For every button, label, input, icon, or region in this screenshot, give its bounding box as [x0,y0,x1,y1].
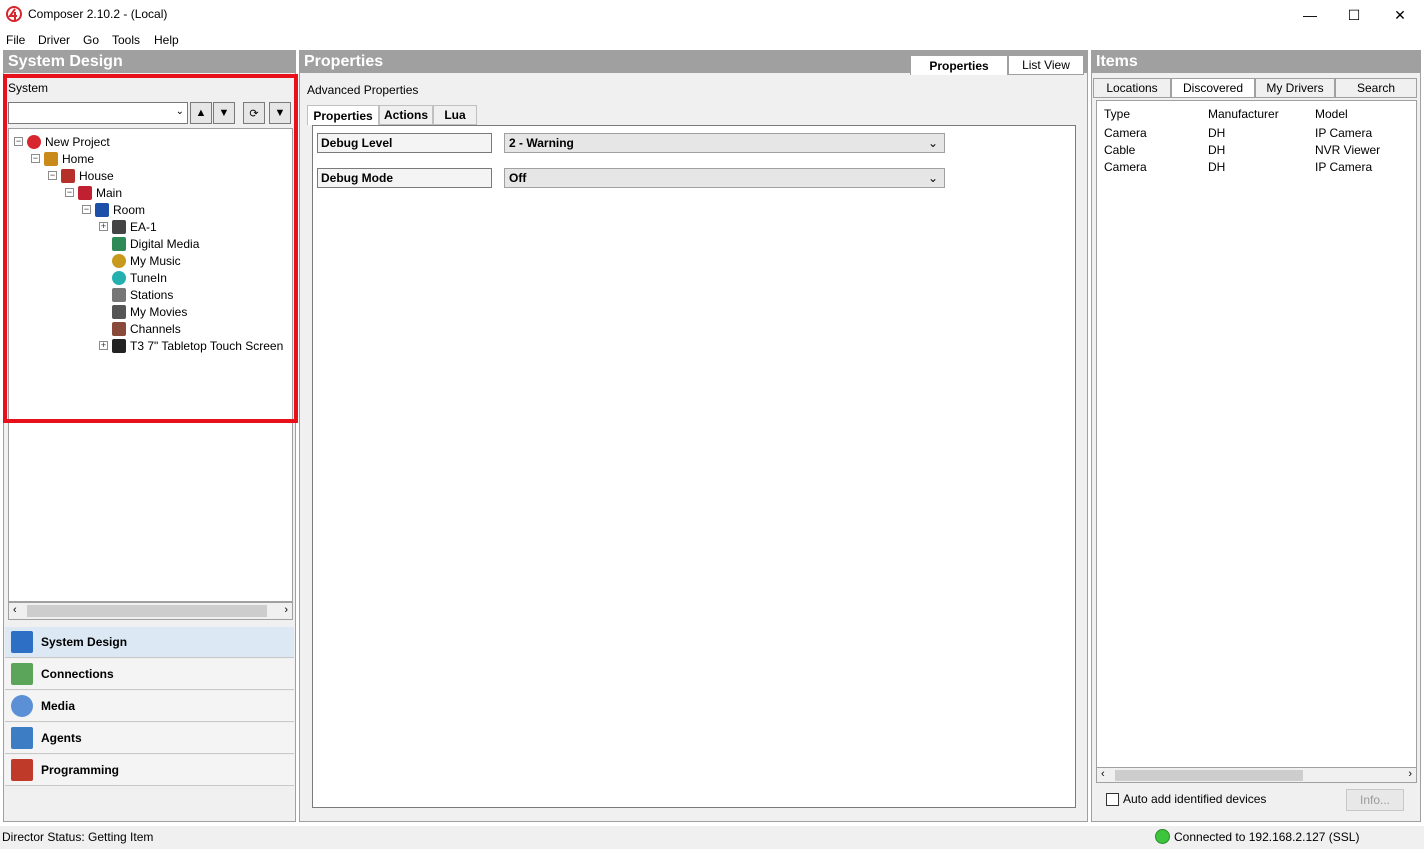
info-button[interactable]: Info... [1346,789,1404,811]
nav-label: System Design [41,635,128,649]
system-design-icon [11,631,33,653]
cell-type: Camera [1104,160,1147,174]
menu-bar: File Driver Go Tools Help [0,30,1424,50]
cell-model: IP Camera [1315,126,1373,140]
scrollbar-thumb[interactable] [27,605,267,617]
cell-manufacturer: DH [1208,160,1226,174]
close-button[interactable]: ✕ [1377,0,1423,30]
scroll-right-icon[interactable]: › [1408,768,1412,780]
properties-pane: Properties Properties List View Advanced… [299,50,1088,822]
debug-mode-select[interactable]: Off ⌄ [504,168,945,188]
scroll-right-icon[interactable]: › [284,604,288,616]
scroll-left-icon[interactable]: ‹ [13,604,17,616]
connections-icon [11,663,33,685]
chevron-down-icon: ⌄ [927,171,938,185]
property-label-debug-mode: Debug Mode [317,168,492,188]
nav-label: Programming [41,763,120,777]
subtab-properties[interactable]: Properties [307,105,379,125]
highlight-box [3,74,298,423]
nav-system-design[interactable]: System Design [5,627,294,658]
properties-grid: Debug Level 2 - Warning ⌄ Debug Mode Off ⌄ [312,125,1076,808]
auto-add-checkbox[interactable] [1106,793,1119,806]
menu-driver[interactable]: Driver [38,33,70,47]
tab-my-drivers[interactable]: My Drivers [1255,78,1335,98]
table-row[interactable]: Camera DH IP Camera [1097,158,1417,175]
tab-search[interactable]: Search [1335,78,1417,98]
nav-label: Agents [41,731,82,745]
cell-manufacturer: DH [1208,126,1226,140]
tab-discovered[interactable]: Discovered [1171,78,1255,98]
auto-add-label: Auto add identified devices [1123,792,1267,806]
select-value: Off [509,171,527,185]
table-row[interactable]: Camera DH IP Camera [1097,124,1417,141]
menu-help[interactable]: Help [154,33,179,47]
nav-agents[interactable]: Agents [5,723,294,754]
minimize-button[interactable]: — [1287,0,1333,30]
nav-label: Media [41,699,76,713]
nav-label: Connections [41,667,114,681]
nav-media[interactable]: Media [5,691,294,722]
cell-manufacturer: DH [1208,143,1226,157]
chevron-down-icon: ⌄ [927,136,938,150]
column-header-model[interactable]: Model [1315,107,1348,121]
media-disc-icon [11,695,33,717]
agents-icon [11,727,33,749]
programming-icon [11,759,33,781]
menu-file[interactable]: File [6,33,25,47]
director-status-text: Director Status: Getting Item [2,830,154,844]
menu-tools[interactable]: Tools [112,33,140,47]
select-value: 2 - Warning [509,136,574,150]
menu-go[interactable]: Go [83,33,99,47]
column-header-type[interactable]: Type [1104,107,1130,121]
status-bar: Director Status: Getting Item Connected … [0,826,1424,849]
cell-model: NVR Viewer [1315,143,1381,157]
tab-list-view[interactable]: List View [1008,55,1084,75]
column-header-manufacturer[interactable]: Manufacturer [1208,107,1279,121]
title-bar: Composer 2.10.2 - (Local) — ☐ ✕ [0,0,1424,30]
nav-connections[interactable]: Connections [5,659,294,690]
connection-status-icon [1155,829,1170,844]
tab-properties[interactable]: Properties [910,55,1008,75]
pane-header-items: Items [1092,51,1420,73]
composer-logo-icon [6,6,22,22]
maximize-button[interactable]: ☐ [1331,0,1377,30]
advanced-properties-label: Advanced Properties [307,83,419,97]
cell-type: Cable [1104,143,1136,157]
connection-status-text: Connected to 192.168.2.127 (SSL) [1174,830,1360,844]
nav-programming[interactable]: Programming [5,755,294,786]
pane-header-system-design: System Design [4,51,295,73]
items-horizontal-scrollbar[interactable]: ‹ › [1096,767,1417,783]
table-row[interactable]: Cable DH NVR Viewer [1097,141,1417,158]
tab-locations[interactable]: Locations [1093,78,1171,98]
property-label-debug-level: Debug Level [317,133,492,153]
cell-type: Camera [1104,126,1147,140]
cell-model: IP Camera [1315,160,1373,174]
discovered-items-list: Type Manufacturer Model Camera DH IP Cam… [1096,100,1417,773]
items-pane: Items Locations Discovered My Drivers Se… [1091,50,1421,822]
window-title: Composer 2.10.2 - (Local) [28,7,168,21]
debug-level-select[interactable]: 2 - Warning ⌄ [504,133,945,153]
subtab-actions[interactable]: Actions [379,105,433,125]
scroll-left-icon[interactable]: ‹ [1101,768,1105,780]
tree-horizontal-scrollbar[interactable]: ‹ › [8,602,293,620]
scrollbar-thumb[interactable] [1115,770,1303,781]
subtab-lua[interactable]: Lua [433,105,477,125]
